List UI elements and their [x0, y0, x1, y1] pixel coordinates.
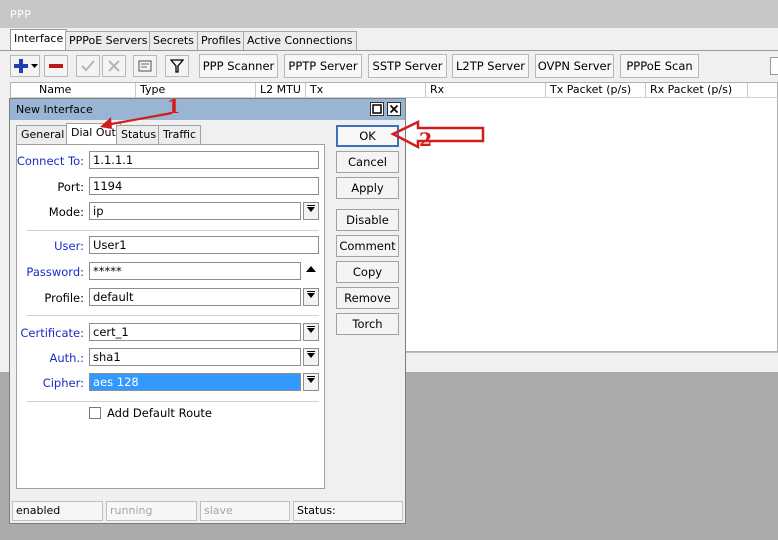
- annotation-overlay: [100, 111, 485, 150]
- arrow-2-icon: [390, 120, 485, 150]
- step-2-number: 2: [419, 129, 433, 151]
- arrow-1-icon: [100, 111, 173, 129]
- step-1-number: 1: [167, 96, 181, 118]
